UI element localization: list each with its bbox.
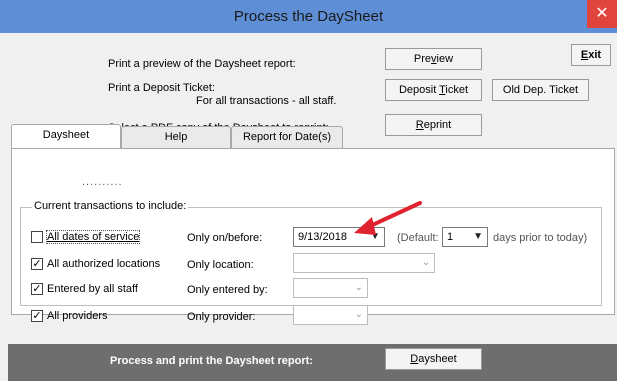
checkbox-all-providers[interactable]: ✓ xyxy=(31,310,43,322)
tab-help[interactable]: Help xyxy=(121,126,231,148)
chevron-down-icon[interactable]: ▼ xyxy=(473,231,483,242)
check-icon: ✓ xyxy=(32,258,42,270)
checkbox-all-locations[interactable]: ✓ xyxy=(31,258,43,270)
btn-text: xit xyxy=(588,49,602,61)
entered-by-combo[interactable]: ⌄ xyxy=(293,278,368,298)
deposit-ticket-button[interactable]: Deposit Ticket xyxy=(385,79,482,101)
checkbox-all-staff[interactable]: ✓ xyxy=(31,283,43,295)
chevron-down-icon[interactable]: ⌄ xyxy=(355,309,363,320)
default-days-combo[interactable]: 1 ▼ xyxy=(442,227,488,247)
label-all-dates[interactable]: All dates of service xyxy=(45,230,141,244)
btn-text: eprint xyxy=(423,119,452,131)
window-title: Process the DaySheet xyxy=(233,8,384,25)
tab-report-for-dates[interactable]: Report for Date(s) xyxy=(231,126,343,148)
footer-text: Process and print the Daysheet report: xyxy=(110,355,313,367)
location-combo[interactable]: ⌄ xyxy=(293,253,435,273)
provider-combo[interactable]: ⌄ xyxy=(293,305,368,325)
label-only-on-before: Only on/before: xyxy=(187,232,263,244)
title-bar: Process the DaySheet ✕ xyxy=(0,0,617,33)
btn-text: icket xyxy=(445,84,469,96)
daysheet-button[interactable]: Daysheet xyxy=(385,348,482,370)
btn-accel: R xyxy=(415,119,424,131)
btn-text: iew xyxy=(436,53,454,65)
btn-text: aysheet xyxy=(418,353,457,365)
deposit-subdescription: For all transactions - all staff. xyxy=(196,95,337,107)
label-all-providers[interactable]: All providers xyxy=(47,310,108,322)
label-only-provider: Only provider: xyxy=(187,311,256,323)
deposit-description: Print a Deposit Ticket: xyxy=(108,82,215,94)
checkbox-all-dates[interactable] xyxy=(31,231,43,243)
default-days-value: 1 xyxy=(447,231,454,243)
label-only-entered-by: Only entered by: xyxy=(187,284,268,296)
check-icon: ✓ xyxy=(32,283,42,295)
days-prior-label: days prior to today) xyxy=(493,232,588,244)
label-only-location: Only location: xyxy=(187,259,254,271)
preview-description: Print a preview of the Daysheet report: xyxy=(108,58,296,70)
preview-button[interactable]: Preview xyxy=(385,48,482,70)
btn-text: Pre xyxy=(413,53,432,65)
dots: .......... xyxy=(82,176,123,188)
close-icon[interactable]: ✕ xyxy=(587,0,617,28)
btn-text: Deposit xyxy=(398,84,440,96)
exit-button[interactable]: Exit xyxy=(571,44,611,66)
label-all-locations[interactable]: All authorized locations xyxy=(47,258,160,270)
reprint-button[interactable]: Reprint xyxy=(385,114,482,136)
label-all-staff[interactable]: Entered by all staff xyxy=(47,283,138,295)
btn-accel: D xyxy=(410,353,419,365)
group-label: Current transactions to include: xyxy=(32,200,189,212)
chevron-down-icon[interactable]: ⌄ xyxy=(355,282,363,293)
footer-bar: Process and print the Daysheet report: xyxy=(8,344,617,381)
tab-daysheet[interactable]: Daysheet xyxy=(11,124,121,148)
red-arrow-annotation xyxy=(354,201,422,235)
check-icon: ✓ xyxy=(32,310,42,322)
chevron-down-icon[interactable]: ⌄ xyxy=(422,257,430,268)
old-dep-ticket-button[interactable]: Old Dep. Ticket xyxy=(492,79,589,101)
